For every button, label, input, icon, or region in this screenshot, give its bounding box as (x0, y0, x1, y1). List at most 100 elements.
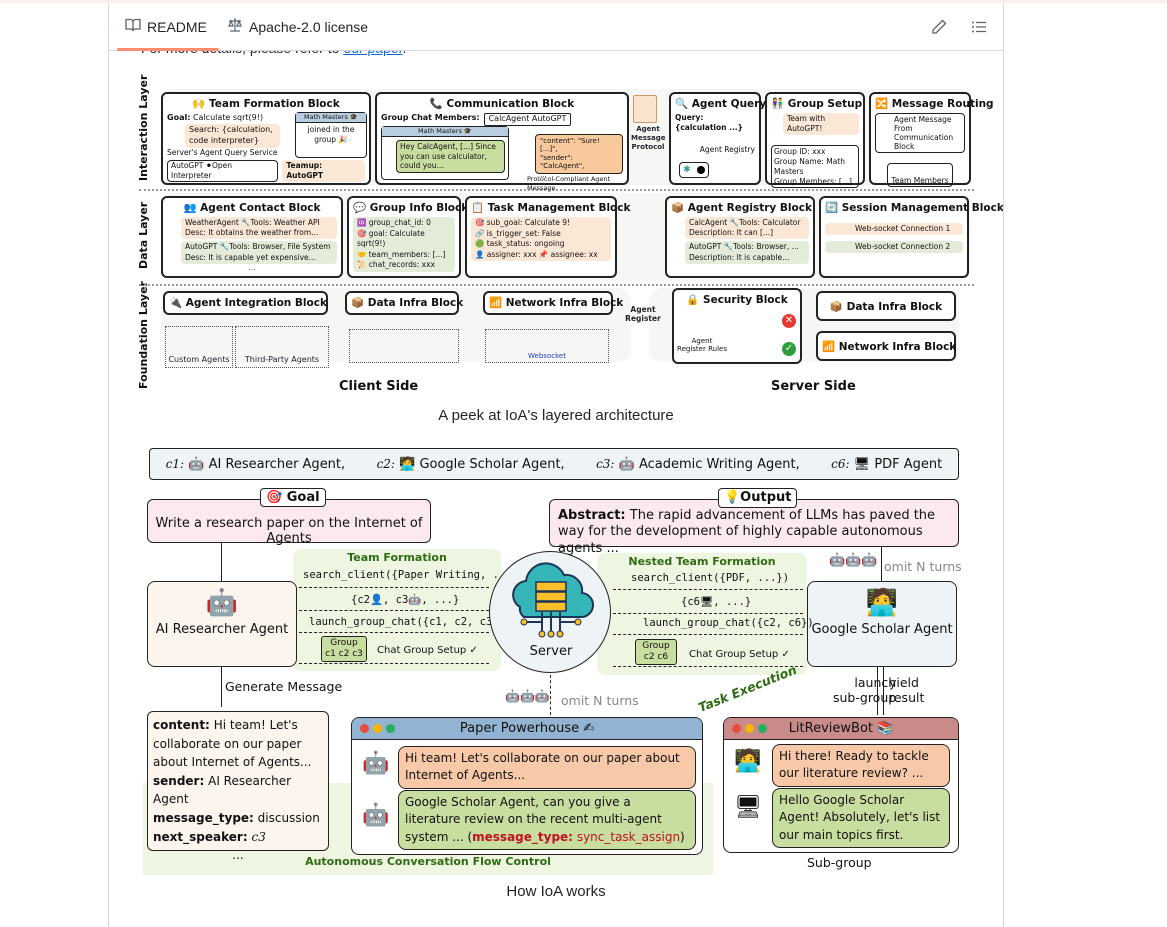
window-title: Math Masters 🎓 (382, 127, 508, 137)
agent-desc: Desc: It is capable yet expensive... (185, 252, 316, 262)
agent-desc: Description: It is capable... (689, 252, 790, 262)
task-line: 🔗 is_trigger_set: False (475, 228, 561, 238)
agent-contact-block: 👥 Agent Contact Block WeatherAgent 🔧Tool… (161, 196, 343, 278)
group-members: c2 c6 (643, 651, 669, 662)
protocol-caption: Protocol-Compliant Agent Message (527, 175, 611, 192)
connection-2: Web-socket Connection 2 (825, 241, 963, 254)
omit-turns-arrow (550, 675, 551, 715)
field-label: next_speaker: (153, 829, 248, 844)
subgroup-label: Sub-group (807, 855, 872, 870)
team-formation-block: 🙌 Team Formation Block Goal: Calculate s… (161, 92, 371, 185)
dashed-arrow (613, 589, 803, 590)
tab-readme-label: README (147, 18, 207, 35)
candidate-agents: AutoGPT ⚫Open Interpreter (167, 159, 279, 182)
goal-tag: 🎯 Goal (260, 488, 326, 507)
window-title: Math Masters 🎓 (296, 113, 366, 123)
field-label: sender: (153, 773, 205, 788)
legend-item: c1: 🤖 AI Researcher Agent, (166, 457, 345, 472)
teamup-result: Teamup: AutoGPT (282, 159, 365, 182)
more-indicator: ... (232, 848, 244, 863)
agent-id: c3: (596, 456, 615, 471)
more-indicator: ... (248, 263, 256, 272)
monitor-icon: 🖥 (734, 795, 762, 820)
dashed-arrow (613, 666, 803, 667)
agent-id: c2: (376, 456, 395, 471)
team-members: Team Members (887, 163, 953, 188)
agent-register-label: Agent Register (625, 305, 661, 323)
block-title: 📦 Data Infra Block (351, 297, 464, 309)
joined-message: joined in the group 🎉 (307, 124, 355, 144)
scale-icon (227, 17, 243, 36)
tab-readme[interactable]: README (125, 17, 207, 36)
agent-tools: 🔧Tools: Browser, ... (723, 242, 799, 252)
json-line: "content": "Sure! [...]", (540, 137, 600, 154)
block-title: 👥 Agent Contact Block (183, 202, 321, 214)
registry-label: Agent Registry (699, 145, 755, 155)
agent-tools: 🔧Tools: Weather API (241, 218, 320, 228)
pencil-icon[interactable] (929, 17, 949, 37)
book-icon (125, 17, 141, 36)
dashed-arrow (299, 663, 489, 664)
agent-name: AI Researcher Agent, (208, 456, 346, 472)
group-label: Group (642, 641, 670, 651)
tab-license[interactable]: Apache-2.0 license (227, 17, 368, 36)
label-line: launch (854, 675, 897, 690)
agent-legend: c1: 🤖 AI Researcher Agent, c2: 🧑‍💻 Googl… (149, 448, 959, 480)
group-members: Group Members: [...] (774, 176, 852, 186)
window-controls (360, 724, 395, 733)
agent-integration-block: 🔌 Agent Integration Block (163, 291, 328, 315)
list-icon[interactable] (969, 17, 989, 37)
session-management-block: 🔄 Session Management Block Web-socket Co… (819, 196, 1004, 278)
task-list: 🎯 sub_goal: Calculate 9! 🔗 is_trigger_se… (471, 217, 611, 262)
label-line: sub-group (833, 690, 897, 705)
info-line: 🎯 goal: Calculate sqrt(9!) (357, 228, 425, 249)
agent-name: CalcAgent (689, 218, 728, 228)
monitor-icon: 🖥 (853, 456, 871, 472)
agent-name: Academic Writing Agent, (638, 456, 800, 472)
chat-bubble: Hi there! Ready to tackle our literature… (772, 744, 950, 787)
protocol-label: Agent Message Protocol (631, 125, 666, 151)
task-management-block: 📋 Task Management Block 🎯 sub_goal: Calc… (465, 196, 631, 278)
launch-group-chat-call: launch_group_chat({c2, c6}) (643, 617, 814, 629)
figure1-caption: A peek at IoA's layered architecture (438, 407, 674, 424)
robot-icon: 🤖 (362, 751, 390, 776)
next-speaker-value: c3 (251, 829, 266, 844)
agent-tools: 🔧Tools: Browser, File System (219, 242, 331, 252)
window-header: LitReviewBot 📚 (724, 718, 958, 740)
field-label: content: (153, 718, 210, 732)
goal-box: 🎯 Goal Write a research paper on the Int… (147, 488, 431, 546)
network-infra-server-block: 📶 Network Infra Block (816, 331, 956, 361)
zone-title: Team Formation (347, 551, 447, 564)
block-title: 🔄 Session Management Block (825, 202, 1004, 214)
chat-message: Hey CalcAgent, [...] Since you can use c… (396, 139, 505, 174)
dashed-arrow (613, 613, 803, 614)
contact-entry: WeatherAgent 🔧Tools: Weather API Desc: It… (181, 217, 337, 240)
agent-name: AutoGPT (185, 242, 218, 252)
agent-results: ✱ (679, 162, 709, 178)
block-title: 🔒 Security Block (686, 294, 788, 306)
agent-query-block: 🔍 Agent Query Query: {calculation ...} A… (669, 92, 766, 185)
omit-turns-label: omit N turns (561, 693, 639, 708)
legend-item: c6: 🖥 PDF Agent (831, 457, 942, 472)
task-line: 👤 assigner: xxx 📌 assignee: xx (475, 249, 598, 259)
group-name: Group Name: Math Masters (774, 157, 846, 176)
connection-1: Web-socket Connection 1 (825, 223, 963, 236)
network-infra-client-block: 📶 Network Infra Block (483, 291, 623, 315)
communication-block: 📞 Communication Block Group Chat Members… (375, 92, 629, 192)
paper-powerhouse-window: Paper Powerhouse ✍ 🤖 Hi team! Let's coll… (351, 717, 703, 855)
robot-icon: 🤖 (188, 456, 205, 472)
robot-icon: 🤖 (205, 588, 239, 618)
agent-desc: Description: It can [...] (689, 228, 774, 238)
yield-result-label: yield result (889, 675, 924, 705)
dashed-arrow (299, 587, 489, 588)
agent-name: AutoGPT (689, 242, 722, 252)
setup-status: Chat Group Setup ✓ (377, 645, 478, 656)
goal-arrow (221, 543, 222, 581)
agent-desc: Desc: It obtains the weather from... (185, 228, 319, 238)
launch-group-chat-call: launch_group_chat({c1, c2, c3}) (309, 616, 505, 628)
readme-panel: README Apache-2.0 license For more detai… (108, 3, 1004, 927)
block-title: 📶 Network Infra Block (822, 341, 957, 353)
message-routing-block: 🔀 Message Routing Agent Message From Com… (869, 92, 994, 188)
block-title: 📋 Task Management Block (471, 202, 631, 214)
server-side-label: Server Side (771, 379, 856, 394)
